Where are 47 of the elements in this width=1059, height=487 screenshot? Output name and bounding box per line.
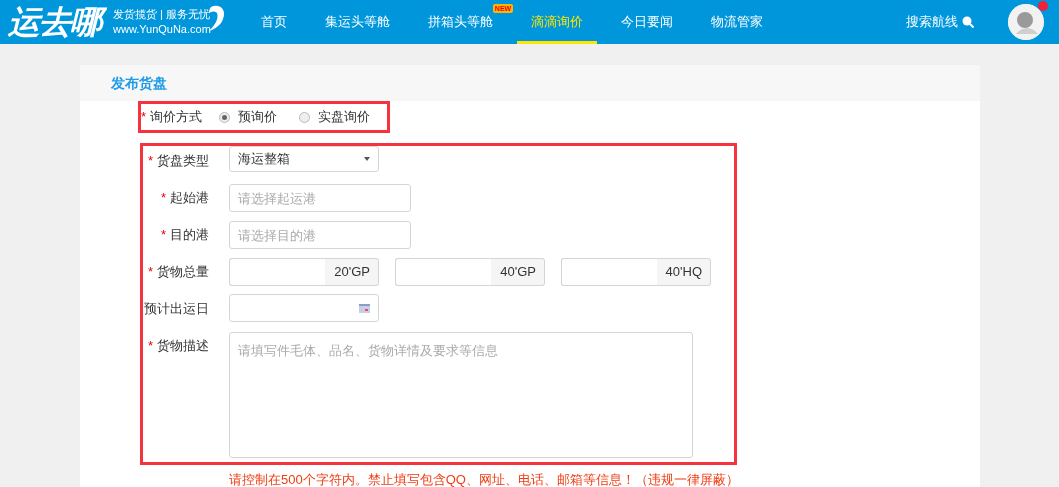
required-mark: * (160, 227, 166, 242)
radio-button[interactable] (299, 111, 310, 123)
input-field[interactable]: 请选择目的港 (229, 221, 411, 249)
nav-tab[interactable]: 拼箱头等舱 (413, 0, 493, 44)
search-icon[interactable] (962, 16, 974, 28)
required-mark: * (160, 190, 166, 205)
avatar[interactable] (1008, 4, 1044, 40)
required-mark: * (147, 264, 153, 279)
warning-note: 请控制在500个字符内。禁止填写包含QQ、网址、电话、邮箱等信息！（违规一律屏蔽） (229, 471, 740, 487)
input-field[interactable] (561, 258, 657, 286)
required-mark: * (141, 109, 147, 125)
section-title: 发布货盘 (111, 73, 167, 93)
field-label: 目的港 (170, 227, 209, 242)
field-label: 货盘类型 (157, 153, 209, 168)
calendar-icon[interactable] (359, 303, 370, 313)
input-field[interactable]: 请选择起运港 (229, 184, 411, 212)
field-label: 货物描述 (157, 338, 209, 353)
nav-tab[interactable]: 首页 (246, 0, 301, 44)
site-url: www.YunQuNa.com (113, 22, 211, 37)
nav-tab[interactable]: 滴滴询价 (516, 0, 597, 44)
quantity-field[interactable]: 40'HQ (561, 258, 711, 286)
search-link[interactable]: 搜索航线 (906, 12, 958, 32)
nav-tab[interactable]: 物流管家 (696, 0, 777, 44)
radio-button[interactable] (219, 111, 230, 123)
slogan: 发货揽货 | 服务无忧 (113, 7, 211, 22)
caret-icon (364, 157, 370, 161)
input-field[interactable] (229, 258, 325, 286)
unit-label: 20'GP (325, 258, 379, 286)
required-mark: * (147, 153, 153, 168)
logo-text[interactable]: 运去哪 (8, 2, 107, 42)
required-mark: * (147, 338, 153, 353)
radio-option[interactable]: 实盘询价 (299, 107, 370, 127)
date-field[interactable] (229, 294, 379, 322)
quantity-field[interactable]: 20'GP (229, 258, 379, 286)
textarea-field[interactable]: 请填写件毛体、品名、货物详情及要求等信息 (229, 332, 693, 458)
radio-option[interactable]: 预询价 (219, 107, 277, 127)
input-field[interactable] (395, 258, 491, 286)
nav-tab[interactable]: 今日要闻 (606, 0, 687, 44)
field-label: 询价方式 (150, 109, 203, 125)
unit-label: 40'HQ (657, 258, 711, 286)
field-label: 货物总量 (157, 264, 209, 279)
quantity-field[interactable]: 40'GP (395, 258, 545, 286)
unit-label: 40'GP (491, 258, 545, 286)
field-label: 起始港 (170, 190, 209, 205)
nav-tab[interactable]: 集运头等舱 (310, 0, 404, 44)
select-field[interactable]: 海运整箱 (229, 146, 379, 172)
field-label: 预计出运日 (144, 301, 209, 316)
